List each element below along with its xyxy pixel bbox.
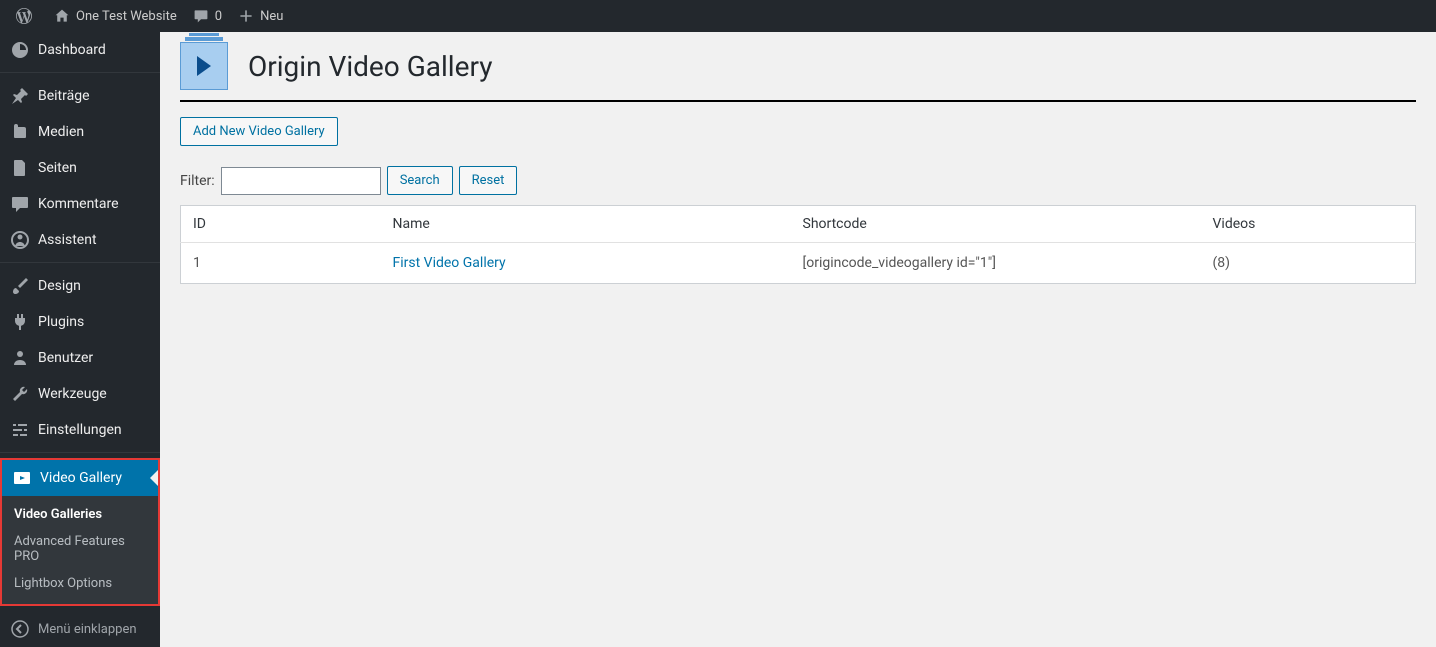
home-icon: [54, 8, 70, 24]
sidebar-label: Design: [38, 278, 81, 294]
sidebar-label: Kommentare: [38, 196, 119, 212]
site-name: One Test Website: [76, 9, 177, 24]
sidebar-label: Video Gallery: [40, 470, 122, 486]
reset-button[interactable]: Reset: [459, 166, 518, 195]
collapse-icon: [10, 619, 30, 639]
sidebar-item-video-gallery[interactable]: Video Gallery: [0, 458, 160, 496]
sidebar-label: Einstellungen: [38, 422, 122, 438]
comments-count: 0: [215, 9, 222, 24]
wordpress-icon: [16, 8, 32, 24]
col-header-id[interactable]: ID: [181, 206, 381, 243]
play-icon: [197, 56, 211, 76]
col-header-name[interactable]: Name: [381, 206, 791, 243]
filter-input[interactable]: [221, 167, 381, 195]
page-header: Origin Video Gallery: [180, 42, 1416, 102]
submenu-item-galleries[interactable]: Video Galleries: [2, 501, 158, 528]
page-title: Origin Video Gallery: [248, 50, 492, 83]
dashboard-icon: [10, 40, 30, 60]
sidebar-label: Beiträge: [38, 88, 90, 104]
site-name-link[interactable]: One Test Website: [46, 0, 185, 32]
admin-sidebar: Dashboard Beiträge Medien Seiten Komment…: [0, 32, 160, 647]
filter-label: Filter:: [180, 173, 215, 189]
cell-id: 1: [181, 243, 381, 284]
table-row: 1 First Video Gallery [origincode_videog…: [181, 243, 1416, 284]
sidebar-label: Seiten: [38, 160, 77, 176]
comments-link[interactable]: 0: [185, 0, 230, 32]
collapse-menu[interactable]: Menü einklappen: [0, 611, 160, 647]
wrench-icon: [10, 384, 30, 404]
add-new-button[interactable]: Add New Video Gallery: [180, 117, 338, 146]
col-header-shortcode[interactable]: Shortcode: [791, 206, 1201, 243]
cell-videos: (8): [1201, 243, 1416, 284]
sidebar-item-users[interactable]: Benutzer: [0, 340, 160, 376]
page-icon: [180, 42, 228, 90]
col-header-videos[interactable]: Videos: [1201, 206, 1416, 243]
sidebar-item-plugins[interactable]: Plugins: [0, 304, 160, 340]
sidebar-label: Medien: [38, 124, 84, 140]
sidebar-item-dashboard[interactable]: Dashboard: [0, 32, 160, 68]
sidebar-item-tools[interactable]: Werkzeuge: [0, 376, 160, 412]
menu-separator: [0, 258, 160, 263]
brush-icon: [10, 276, 30, 296]
sidebar-label: Dashboard: [38, 42, 106, 58]
sidebar-label: Plugins: [38, 314, 84, 330]
pin-icon: [10, 86, 30, 106]
admin-bar: One Test Website 0 Neu: [0, 0, 1436, 32]
new-label: Neu: [260, 9, 283, 24]
sidebar-item-assistant[interactable]: Assistent: [0, 222, 160, 258]
page-icon: [10, 158, 30, 178]
sidebar-label: Benutzer: [38, 350, 93, 366]
sidebar-item-settings[interactable]: Einstellungen: [0, 412, 160, 448]
sliders-icon: [10, 420, 30, 440]
sidebar-label: Assistent: [38, 232, 97, 248]
comment-icon: [10, 194, 30, 214]
assistant-icon: [10, 230, 30, 250]
comment-icon: [193, 8, 209, 24]
submenu: Video Galleries Advanced Features PRO Li…: [0, 494, 160, 606]
sidebar-item-media[interactable]: Medien: [0, 114, 160, 150]
submenu-item-advanced[interactable]: Advanced Features PRO: [2, 528, 158, 570]
media-icon: [10, 122, 30, 142]
plus-icon: [238, 8, 254, 24]
sidebar-label: Werkzeuge: [38, 386, 107, 402]
sidebar-item-appearance[interactable]: Design: [0, 268, 160, 304]
cell-shortcode: [origincode_videogallery id="1"]: [791, 243, 1201, 284]
new-content-link[interactable]: Neu: [230, 0, 291, 32]
collapse-label: Menü einklappen: [38, 622, 137, 637]
galleries-table: ID Name Shortcode Videos 1 First Video G…: [180, 205, 1416, 284]
filter-row: Filter: Search Reset: [180, 166, 1416, 195]
plugin-icon: [10, 312, 30, 332]
main-content: Origin Video Gallery Add New Video Galle…: [160, 32, 1436, 647]
wp-logo[interactable]: [8, 0, 46, 32]
video-icon: [12, 468, 32, 488]
menu-separator: [0, 448, 160, 453]
sidebar-item-pages[interactable]: Seiten: [0, 150, 160, 186]
sidebar-item-comments[interactable]: Kommentare: [0, 186, 160, 222]
submenu-item-lightbox[interactable]: Lightbox Options: [2, 570, 158, 597]
gallery-link[interactable]: First Video Gallery: [393, 255, 506, 271]
sidebar-item-posts[interactable]: Beiträge: [0, 78, 160, 114]
menu-separator: [0, 68, 160, 73]
users-icon: [10, 348, 30, 368]
search-button[interactable]: Search: [387, 166, 453, 195]
